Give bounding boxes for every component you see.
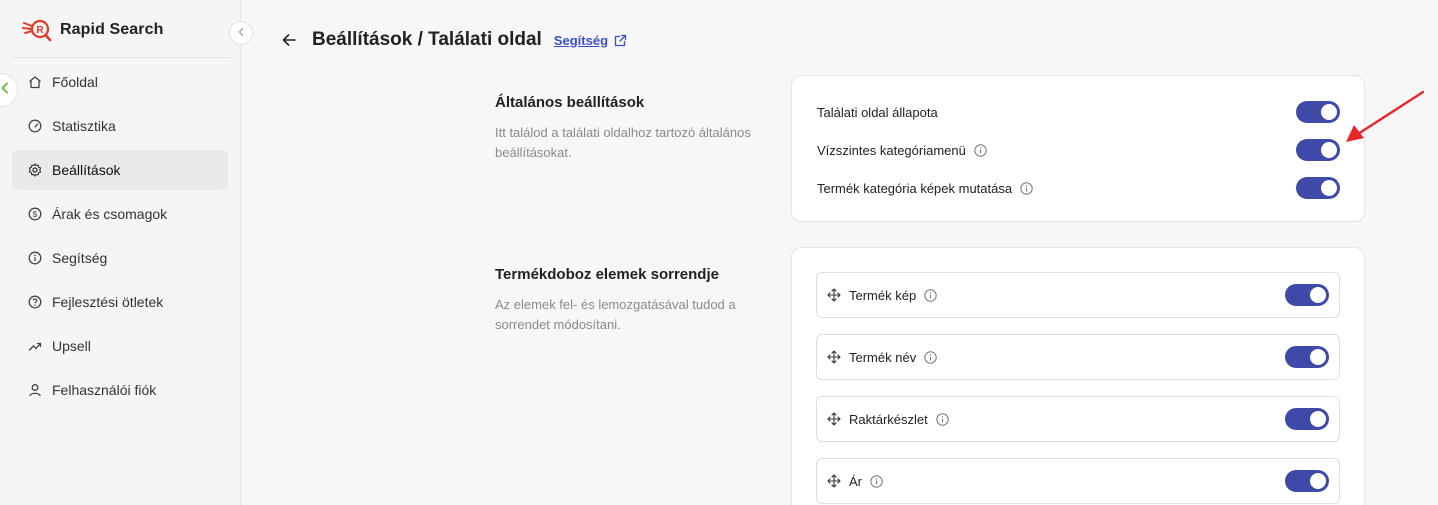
sortable-item-text: Termék név: [849, 349, 917, 365]
sidebar-item-label: Statisztika: [52, 118, 116, 134]
drag-handle-icon[interactable]: [827, 350, 841, 364]
drag-handle-icon[interactable]: [827, 288, 841, 302]
info-icon[interactable]: [936, 412, 949, 426]
arrow-left-icon[interactable]: [280, 31, 298, 49]
setting-row-results-page-status: Találati oldal állapota: [792, 93, 1364, 131]
sortable-item-label: Termék név: [827, 350, 937, 365]
help-link[interactable]: Segítség: [554, 33, 608, 48]
sidebar-item-label: Segítség: [52, 250, 108, 266]
sortable-item-stock[interactable]: Raktárkészlet: [816, 396, 1340, 442]
sidebar-item-label: Upsell: [52, 338, 91, 354]
setting-row-category-images: Termék kategória képek mutatása: [792, 169, 1364, 207]
info-icon[interactable]: [974, 143, 987, 157]
price-toggle[interactable]: [1285, 470, 1329, 492]
section-title: Általános beállítások: [495, 94, 645, 111]
setting-label: Találati oldal állapota: [817, 105, 938, 120]
sortable-item-text: Raktárkészlet: [849, 411, 928, 427]
general-settings-card: Találati oldal állapota Vízszintes kateg…: [791, 75, 1365, 222]
info-icon[interactable]: [1020, 181, 1033, 195]
info-icon[interactable]: [924, 350, 937, 364]
annotation-arrow-icon: [1346, 90, 1425, 142]
product-image-toggle[interactable]: [1285, 284, 1329, 306]
brand-name: Rapid Search: [60, 21, 164, 38]
page-title: Beállítások / Találati oldal: [312, 29, 542, 50]
sidebar-item-label: Árak és csomagok: [52, 206, 168, 222]
drag-handle-icon[interactable]: [827, 474, 841, 488]
external-link-icon[interactable]: [614, 34, 627, 47]
sortable-item-price[interactable]: Ár: [816, 458, 1340, 504]
svg-text:R: R: [36, 25, 44, 36]
sidebar: R Rapid Search Főoldal Statisztika Beáll…: [0, 0, 241, 505]
sortable-item-label: Raktárkészlet: [827, 412, 949, 427]
sidebar-item-fejlesztesi-otletek[interactable]: Fejlesztési ötletek: [12, 282, 228, 322]
sidebar-item-label: Fejlesztési ötletek: [52, 294, 164, 310]
stock-toggle[interactable]: [1285, 408, 1329, 430]
sidebar-item-label: Beállítások: [52, 162, 121, 178]
section-title: Termékdoboz elemek sorrendje: [495, 266, 719, 283]
sidebar-item-arak[interactable]: $ Árak és csomagok: [12, 194, 228, 234]
sidebar-item-segitseg[interactable]: Segítség: [12, 238, 228, 278]
sidebar-item-statisztika[interactable]: Statisztika: [12, 106, 228, 146]
setting-label-text: Termék kategória képek mutatása: [817, 180, 1013, 196]
user-icon: [28, 383, 42, 397]
product-box-order-card: Termék kép Termék név Raktárkészlet Ár: [791, 247, 1365, 505]
info-icon[interactable]: [924, 288, 937, 302]
category-images-toggle[interactable]: [1296, 177, 1340, 199]
brand[interactable]: R Rapid Search: [22, 17, 163, 43]
sortable-item-label: Termék kép: [827, 288, 937, 303]
sortable-item-text: Termék kép: [849, 287, 917, 303]
home-icon: [28, 75, 42, 89]
chevron-left-icon: [0, 81, 9, 99]
gauge-icon: [28, 119, 42, 133]
setting-row-horizontal-category-menu: Vízszintes kategóriamenü: [792, 131, 1364, 169]
page-header: Beállítások / Találati oldal Segítség: [280, 28, 627, 52]
sortable-item-product-name[interactable]: Termék név: [816, 334, 1340, 380]
setting-label: Vízszintes kategóriamenü: [817, 143, 987, 158]
dollar-icon: $: [28, 207, 42, 221]
divider: [12, 57, 230, 58]
results-page-status-toggle[interactable]: [1296, 101, 1340, 123]
rapid-search-logo-icon: R: [22, 17, 52, 43]
trend-up-icon: [28, 339, 42, 353]
sidebar-nav: Főoldal Statisztika Beállítások $ Árak é…: [12, 62, 228, 414]
sidebar-item-upsell[interactable]: Upsell: [12, 326, 228, 366]
setting-label-text: Találati oldal állapota: [817, 104, 938, 120]
sidebar-item-felhasznaloi-fiok[interactable]: Felhasználói fiók: [12, 370, 228, 410]
sidebar-collapse-button[interactable]: [229, 21, 253, 45]
question-icon: [28, 295, 42, 309]
info-icon[interactable]: [870, 474, 883, 488]
chevron-left-icon: [237, 24, 245, 42]
svg-text:$: $: [33, 210, 38, 219]
horizontal-category-menu-toggle[interactable]: [1296, 139, 1340, 161]
sidebar-item-fooldal[interactable]: Főoldal: [12, 62, 228, 102]
product-name-toggle[interactable]: [1285, 346, 1329, 368]
sidebar-item-label: Főoldal: [52, 74, 98, 90]
section-description: Az elemek fel- és lemozgatásával tudod a…: [495, 297, 736, 332]
info-icon: [28, 251, 42, 265]
section-description: Itt találod a találati oldalhoz tartozó …: [495, 125, 751, 160]
setting-label: Termék kategória képek mutatása: [817, 181, 1033, 196]
drag-handle-icon[interactable]: [827, 412, 841, 426]
sortable-item-label: Ár: [827, 474, 883, 489]
gear-icon: [28, 163, 42, 177]
general-settings-heading: Általános beállítások Itt találod a talá…: [495, 94, 785, 163]
sortable-item-product-image[interactable]: Termék kép: [816, 272, 1340, 318]
sortable-item-text: Ár: [849, 473, 862, 489]
setting-label-text: Vízszintes kategóriamenü: [817, 142, 966, 158]
sidebar-item-label: Felhasználói fiók: [52, 382, 157, 398]
product-box-order-heading: Termékdoboz elemek sorrendje Az elemek f…: [495, 266, 785, 335]
sidebar-item-beallitasok[interactable]: Beállítások: [12, 150, 228, 190]
